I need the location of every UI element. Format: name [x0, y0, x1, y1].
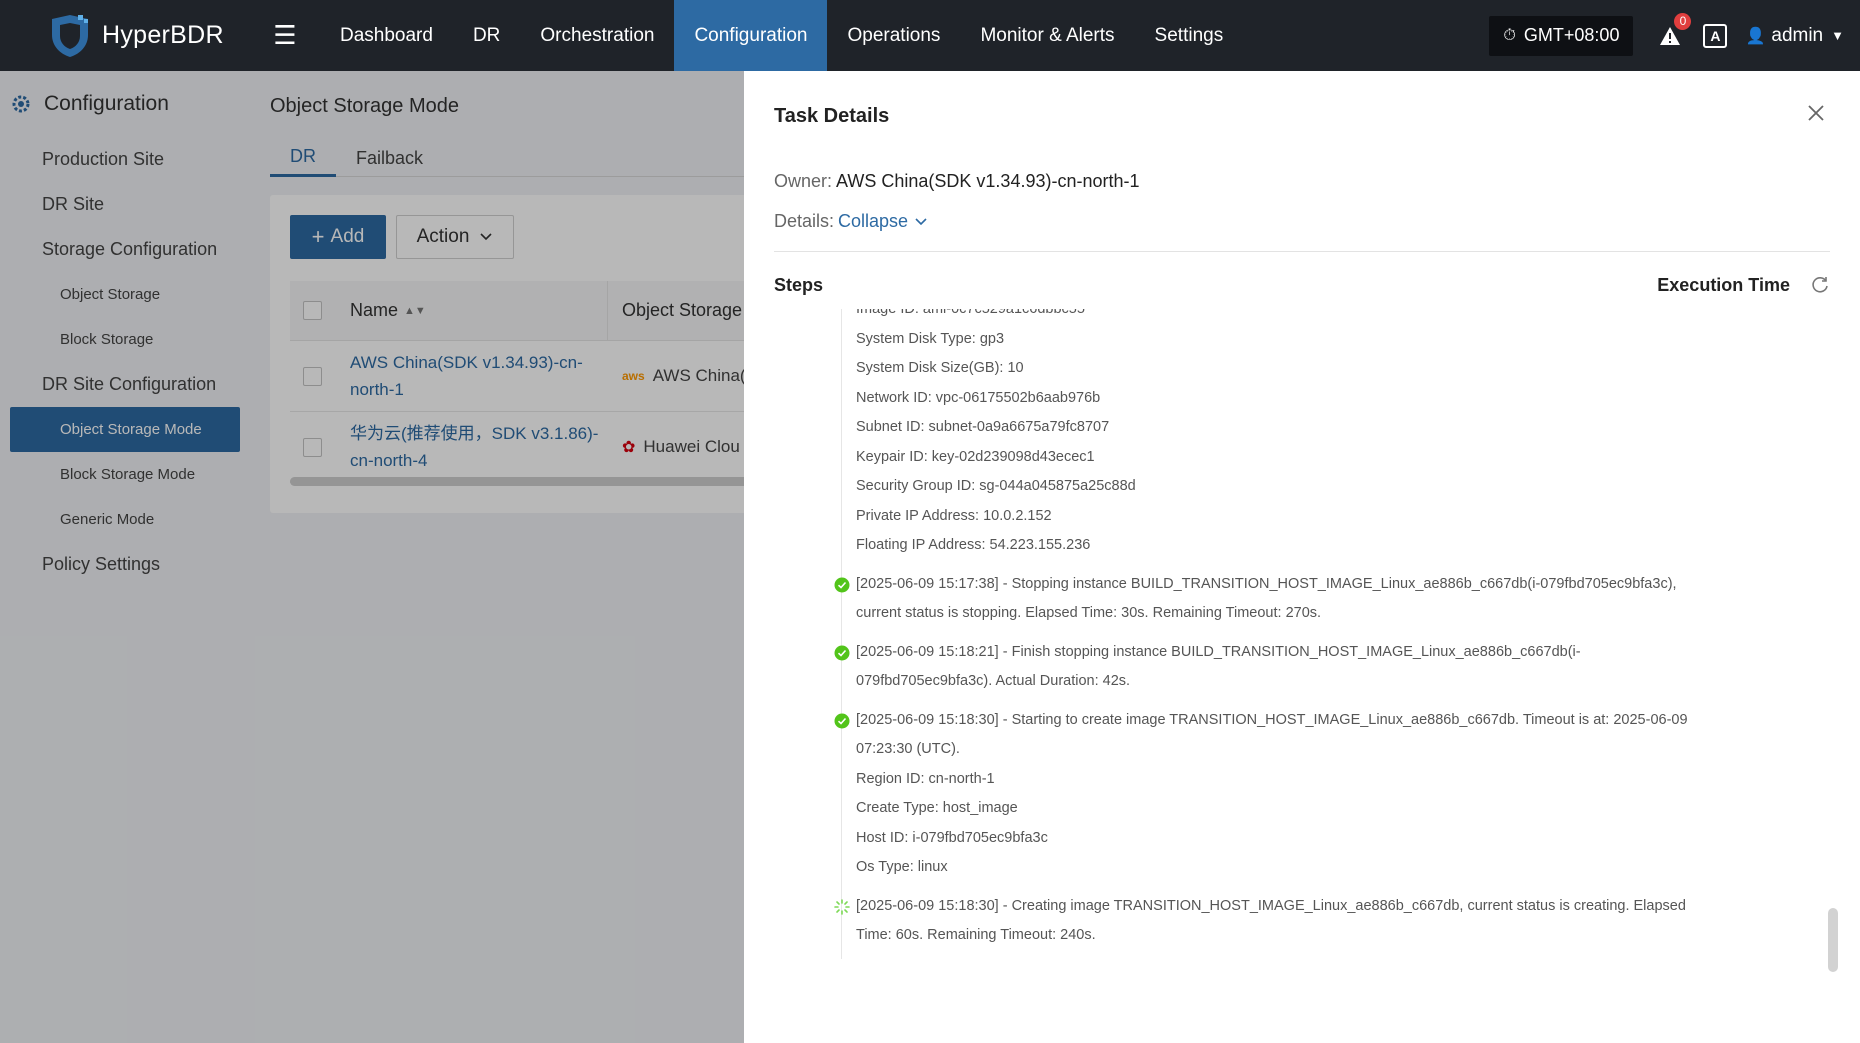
user-name: admin: [1771, 24, 1824, 46]
owner-row: Owner: AWS China(SDK v1.34.93)-cn-north-…: [774, 171, 1140, 192]
caret-down-icon: ▼: [1831, 28, 1844, 43]
step-line: Floating IP Address: 54.223.155.236: [856, 537, 1091, 553]
step-line: [2025-06-09 15:17:38] - Stopping instanc…: [856, 575, 1677, 592]
step-line: Os Type: linux: [856, 859, 948, 875]
alerts-button[interactable]: 0: [1655, 12, 1692, 51]
user-menu[interactable]: 👤 admin ▼: [1745, 25, 1844, 47]
step-line: [2025-06-09 15:18:21] - Finish stopping …: [856, 643, 1581, 660]
step-line: System Disk Size(GB): 10: [856, 360, 1024, 376]
modal-overlay[interactable]: [0, 71, 744, 1043]
nav-orchestration[interactable]: Orchestration: [520, 0, 674, 71]
step-line: [2025-06-09 15:18:30] - Creating image T…: [856, 897, 1686, 914]
step-line: Subnet ID: subnet-0a9a6675a79fc8707: [856, 419, 1110, 435]
drawer-title: Task Details: [774, 105, 890, 127]
divider: [774, 251, 1830, 252]
step-line: 07:23:30 (UTC).: [856, 741, 960, 757]
step-line: System Disk Type: gp3: [856, 330, 1005, 347]
step-line: 079fbd705ec9bfa3c). Actual Duration: 42s…: [856, 673, 1131, 689]
nav-settings[interactable]: Settings: [1135, 0, 1244, 71]
step-line: Private IP Address: 10.0.2.152: [856, 507, 1052, 524]
step-line: Image ID: ami-0c7c529a1c6dbbc55: [856, 309, 1085, 317]
timezone-label: GMT+08:00: [1523, 25, 1620, 45]
step-item: Image ID: ami-0c7c529a1c6dbbc55 System Di…: [774, 309, 1784, 561]
step-line: Security Group ID: sg-044a045875a25c88d: [856, 478, 1136, 494]
step-line: Region ID: cn-north-1: [856, 770, 995, 787]
check-circle-icon: [834, 645, 850, 661]
step-line: [2025-06-09 15:18:30] - Starting to crea…: [856, 711, 1688, 728]
top-navigation-bar: HyperBDR ☰ Dashboard DR Orchestration Co…: [0, 0, 1860, 71]
step-item: [2025-06-09 15:18:30] - Creating image T…: [774, 892, 1784, 951]
steps-container: Image ID: ami-0c7c529a1c6dbbc55 System Di…: [774, 309, 1784, 951]
steps-header: Steps Execution Time: [774, 265, 1830, 305]
menu-toggle-icon[interactable]: ☰: [250, 20, 320, 51]
step-line: current status is stopping. Elapsed Time…: [856, 605, 1322, 621]
steps-list: Image ID: ami-0c7c529a1c6dbbc55 System Di…: [774, 309, 1830, 969]
app-name: HyperBDR: [102, 21, 224, 49]
top-right-tools: ⏱ GMT+08:00 0 A 👤 admin ▼: [1489, 0, 1860, 71]
execution-time-label: Execution Time: [1657, 274, 1790, 295]
user-icon: 👤: [1745, 27, 1766, 45]
chevron-down-icon: [915, 217, 927, 225]
loading-spinner-icon: [834, 898, 850, 915]
close-icon[interactable]: [1804, 101, 1828, 125]
nav-monitor-alerts[interactable]: Monitor & Alerts: [960, 0, 1134, 71]
language-icon[interactable]: A: [1703, 23, 1728, 48]
check-circle-icon: [834, 713, 850, 729]
step-line: Host ID: i-079fbd705ec9bfa3c: [856, 829, 1048, 846]
hyperbdr-shield-icon: [52, 14, 88, 57]
step-item: [2025-06-09 15:18:21] - Finish stopping …: [774, 638, 1784, 697]
logo[interactable]: HyperBDR: [0, 13, 250, 59]
step-item: [2025-06-09 15:18:30] - Starting to crea…: [774, 706, 1784, 883]
owner-label: Owner:: [774, 171, 833, 191]
nav-configuration[interactable]: Configuration: [674, 0, 828, 71]
check-circle-icon: [834, 577, 850, 593]
steps-label: Steps: [774, 274, 824, 295]
step-line: Network ID: vpc-06175502b6aab976b: [856, 389, 1101, 406]
nav-dr[interactable]: DR: [453, 0, 520, 71]
step-line: Create Type: host_image: [856, 800, 1018, 816]
owner-value: AWS China(SDK v1.34.93)-cn-north-1: [836, 171, 1140, 191]
timezone-selector[interactable]: ⏱ GMT+08:00: [1489, 15, 1634, 56]
nav-operations[interactable]: Operations: [827, 0, 960, 71]
step-item: [2025-06-09 15:17:38] - Stopping instanc…: [774, 570, 1784, 629]
step-line: Time: 60s. Remaining Timeout: 240s.: [856, 927, 1096, 943]
main-nav: Dashboard DR Orchestration Configuration…: [320, 0, 1243, 71]
collapse-label: Collapse: [838, 211, 909, 231]
collapse-link[interactable]: Collapse: [838, 211, 928, 232]
task-details-drawer: Task Details Owner: AWS China(SDK v1.34.…: [744, 71, 1860, 1043]
clock-icon: ⏱: [1503, 26, 1516, 44]
refresh-icon[interactable]: [1810, 275, 1830, 295]
details-row: Details: Collapse: [774, 211, 928, 232]
vertical-scrollbar[interactable]: [1828, 908, 1838, 972]
step-line: Keypair ID: key-02d239098d43ecec1: [856, 448, 1095, 465]
alert-count-badge: 0: [1674, 12, 1692, 30]
details-label: Details:: [774, 211, 835, 231]
nav-dashboard[interactable]: Dashboard: [320, 0, 453, 71]
